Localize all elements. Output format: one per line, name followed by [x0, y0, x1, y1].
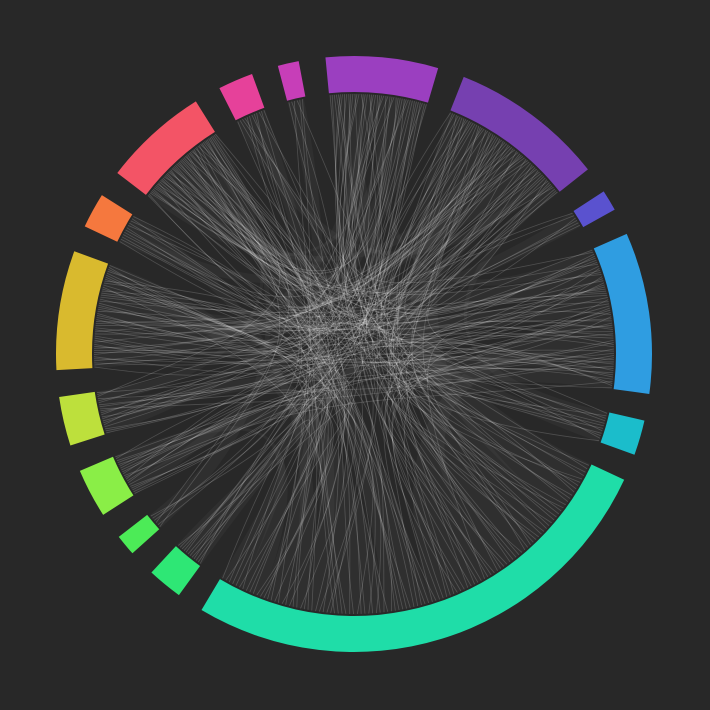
- group-arc-teal[interactable]: [600, 412, 645, 455]
- chord-links: [93, 93, 615, 615]
- group-arc-indigo[interactable]: [573, 191, 615, 228]
- group-arc-magenta[interactable]: [277, 61, 306, 101]
- group-arc-yellow-green[interactable]: [59, 391, 105, 446]
- group-arc-lime-green[interactable]: [118, 514, 160, 554]
- chord-diagram: [0, 0, 710, 710]
- chord-diagram-canvas: [56, 56, 653, 653]
